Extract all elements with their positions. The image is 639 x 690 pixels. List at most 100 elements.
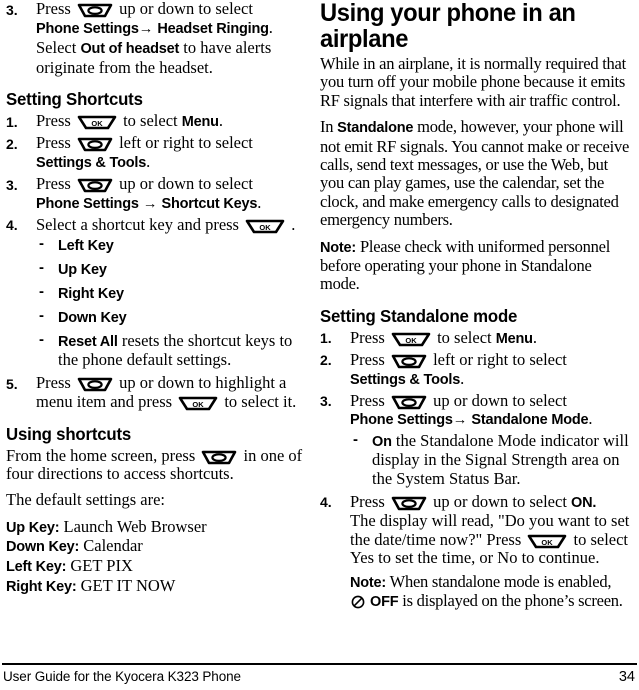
option-label: Down Key xyxy=(58,310,127,327)
step-number: 2. xyxy=(6,135,18,152)
note-text-part-1: When standalone mode is enabled, xyxy=(389,571,612,591)
standalone-off-icon xyxy=(350,594,367,609)
airplane-paragraph-1: While in an airplane, it is normally req… xyxy=(320,54,626,110)
default-key-value: Launch Web Browser xyxy=(63,516,207,536)
svg-text:OK: OK xyxy=(259,223,271,232)
period: . xyxy=(460,368,465,388)
step-text-pre: Select a shortcut key and press xyxy=(36,214,239,234)
navigation-key-icon xyxy=(391,496,427,511)
list-item: - On the Standalone Mode indicator will … xyxy=(350,430,630,488)
list-item: Left Key: GET PIX xyxy=(6,555,305,577)
step-number: 1. xyxy=(320,330,332,347)
step-item: 5. Press up or down to highlight a menu … xyxy=(6,374,305,411)
dash-bullet: - xyxy=(39,259,44,277)
step-number: 2. xyxy=(320,352,332,369)
step-text-pre: Press xyxy=(36,133,71,153)
airplane-paragraph-2: In Standalone mode, however, your phone … xyxy=(320,118,630,229)
period: . xyxy=(146,152,151,172)
list-item: - Right Key xyxy=(36,283,305,303)
standalone-label: Standalone xyxy=(337,120,414,137)
default-key-value: GET PIX xyxy=(70,555,133,575)
default-key-label: Down Key: xyxy=(6,539,80,556)
list-item: - Reset All resets the shortcut keys to … xyxy=(36,331,305,370)
period: . xyxy=(268,17,273,37)
navigation-key-icon xyxy=(77,3,113,18)
period: . xyxy=(291,214,296,234)
step-text-mid: left or right to select xyxy=(119,133,253,153)
step-text-post: to select it. xyxy=(224,391,297,411)
step-item: 2. Press left or right to select Setting… xyxy=(320,349,630,389)
step-number: 5. xyxy=(6,375,18,392)
step-item: 3. Press up or down to select Phone Sett… xyxy=(6,174,305,213)
ok-key-icon: OK xyxy=(245,219,285,234)
defaults-lead: The default settings are: xyxy=(6,490,165,510)
option-label: Reset All xyxy=(58,334,118,351)
step-text-post: up or down to select xyxy=(119,0,253,18)
setting-path-b: Shortcut Keys xyxy=(161,195,258,212)
step-text-pre: Press xyxy=(350,349,385,369)
list-item: Right Key: GET IT NOW xyxy=(6,575,305,597)
step-text-mid: left or right to select xyxy=(433,349,567,369)
step-text-pre: Press xyxy=(350,491,385,511)
step-item: 1. Press OK to select Menu. xyxy=(320,327,630,349)
period: . xyxy=(218,111,223,131)
intro-text-pre: From the home screen, press xyxy=(6,445,196,465)
svg-text:OK: OK xyxy=(405,336,417,345)
default-shortcut-list: Up Key: Launch Web Browser Down Key: Cal… xyxy=(6,516,305,597)
step-number: 3. xyxy=(320,393,332,410)
note-label: Note: xyxy=(320,239,357,256)
option-label: Up Key xyxy=(58,262,107,279)
navigation-key-icon xyxy=(391,395,427,410)
step-number: 1. xyxy=(6,113,18,130)
dash-bullet: - xyxy=(39,307,44,325)
ok-key-icon: OK xyxy=(391,332,431,347)
step-number: 3. xyxy=(6,1,18,18)
step-text-mid: up or down to select xyxy=(433,390,567,410)
standalone-indicator-note: - On the Standalone Mode indicator will … xyxy=(350,430,630,488)
dash-bullet: - xyxy=(39,331,44,349)
off-label: OFF xyxy=(370,594,399,611)
step-item: 4. Select a shortcut key and press OK . … xyxy=(6,214,305,370)
setting-path-a: Phone Settings xyxy=(36,20,139,37)
step-item: 1. Press OK to select Menu. xyxy=(6,112,305,132)
step-number: 4. xyxy=(6,217,18,234)
list-item: - Up Key xyxy=(36,259,305,279)
sub-text-pre: Select xyxy=(36,38,81,58)
heading-setting-shortcuts: Setting Shortcuts xyxy=(6,89,143,110)
note-text: Please check with uniformed personnel be… xyxy=(320,236,611,294)
step-text-mid: to select xyxy=(437,327,492,347)
option-label: Right Key xyxy=(58,286,124,303)
list-item: Up Key: Launch Web Browser xyxy=(6,516,305,538)
indicator-description: the Standalone Mode indicator will displ… xyxy=(372,430,629,488)
arrow-glyph: → xyxy=(138,20,154,37)
settings-tools-label: Settings & Tools xyxy=(350,371,461,388)
list-item: Down Key: Calendar xyxy=(6,537,305,557)
setting-path-a: Phone Settings xyxy=(36,195,139,212)
step-text-pre: Press xyxy=(36,111,71,131)
on-label: On xyxy=(372,433,392,450)
step-item: 3. Press up or down to select Phone Sett… xyxy=(320,390,630,488)
menu-label: Menu xyxy=(181,114,219,131)
shortcut-key-options: - Left Key - Up Key - Right Key - Down K… xyxy=(36,235,305,370)
right-column: Using your phone in an airplane While in… xyxy=(319,0,638,652)
airplane-note: Note: Please check with uniformed person… xyxy=(320,236,630,294)
standalone-note: Note: When standalone mode is enabled, O… xyxy=(350,571,630,612)
setting-path-b: Headset Ringing xyxy=(157,20,269,37)
step-number: 3. xyxy=(6,176,18,193)
sub-bold-option: Out of headset xyxy=(80,41,180,58)
footer-title: User Guide for the Kyocera K323 Phone xyxy=(3,669,241,684)
default-key-value: GET IT NOW xyxy=(80,575,176,595)
settings-tools-label: Settings & Tools xyxy=(36,155,147,172)
step-text-mid: to select xyxy=(123,111,178,131)
note-text-part-2: is displayed on the phone’s screen. xyxy=(402,591,623,611)
left-column: 3. Press up or down to select Phone Sett… xyxy=(0,0,319,652)
step-text-pre: Press xyxy=(350,327,385,347)
default-key-label: Up Key: xyxy=(6,519,60,536)
dash-bullet: - xyxy=(39,283,44,301)
arrow-glyph: → xyxy=(142,195,158,212)
heading-setting-standalone: Setting Standalone mode xyxy=(320,305,518,326)
ok-key-icon: OK xyxy=(527,534,567,549)
navigation-key-icon xyxy=(77,377,113,392)
setting-path-b: Standalone Mode xyxy=(471,412,589,429)
step-item: 4. Press up or down to select ON. The di… xyxy=(320,491,630,612)
